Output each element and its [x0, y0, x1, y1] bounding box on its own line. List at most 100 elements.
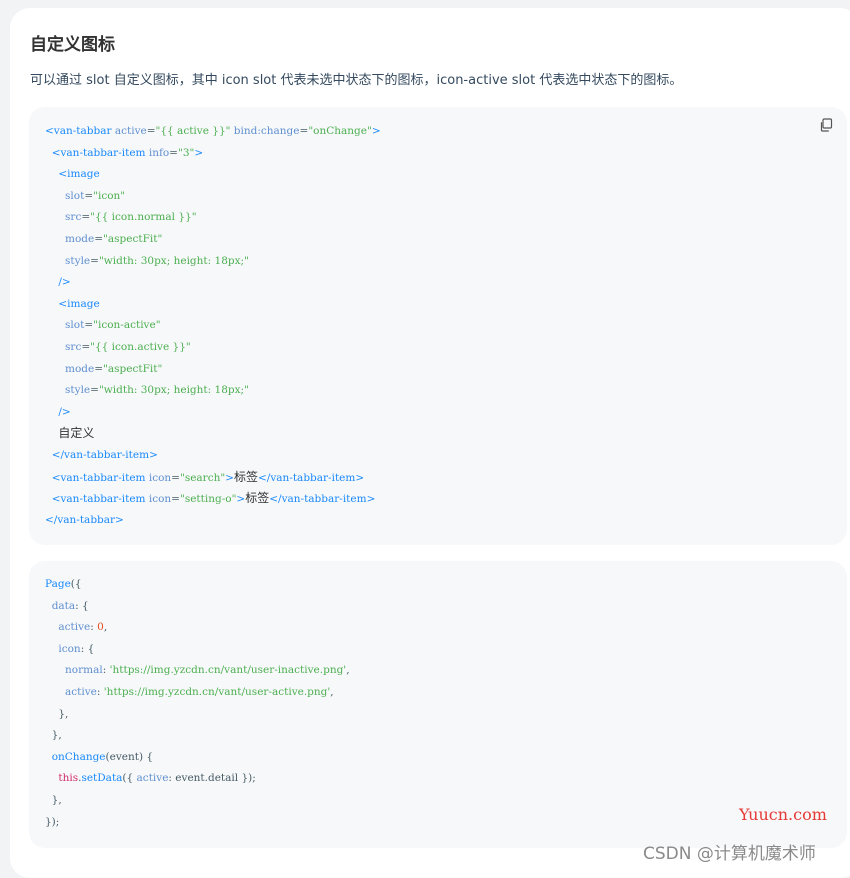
code-token: },	[45, 707, 69, 720]
code-token: icon	[145, 471, 172, 484]
code-token: mode	[65, 232, 95, 245]
code-token: "aspectFit"	[103, 362, 163, 375]
code-line: <van-tabbar-item info="3">	[45, 143, 381, 165]
code-line: slot="icon"	[45, 186, 381, 208]
code-line: <van-tabbar-item icon="setting-o">标签</va…	[45, 488, 381, 510]
code-token: active	[136, 772, 169, 785]
code-line: icon: {	[45, 639, 350, 661]
code-token: : event.detail });	[168, 772, 256, 785]
code-token: this	[58, 772, 79, 785]
code-token: (event) {	[105, 750, 154, 763]
code-token: "onChange"	[308, 125, 372, 137]
code-line: },	[45, 790, 350, 812]
code-token: : {	[80, 642, 95, 655]
code-line: });	[45, 812, 350, 834]
code-token: =	[169, 146, 178, 159]
code-token: =	[84, 319, 94, 332]
copy-icon[interactable]	[819, 117, 835, 133]
code-token: mode	[65, 362, 95, 375]
code-token: >	[225, 471, 234, 484]
code-token: =	[171, 471, 180, 484]
section-title: 自定义图标	[30, 35, 115, 55]
code-line: data: {	[45, 596, 350, 618]
code-token: ,	[103, 621, 108, 634]
code-line: 自定义	[45, 423, 381, 445]
code-token: ,	[346, 664, 350, 677]
code-token: 0	[97, 621, 104, 634]
code-token: "width: 30px; height: 18px;"	[98, 254, 249, 267]
code-token: </van-tabbar>	[45, 513, 124, 526]
code-token: <van-tabbar-item	[51, 146, 146, 159]
code-token: =	[90, 254, 99, 267]
code-token: =	[94, 232, 104, 245]
code-text: Page({ data: { active: 0, icon: { normal…	[45, 574, 350, 833]
content-card: 自定义图标 可以通过 slot 自定义图标，其中 icon slot 代表未选中…	[10, 8, 850, 878]
code-token: "{{ icon.normal }}"	[90, 211, 197, 224]
code-token: icon	[58, 642, 81, 655]
code-token: "search"	[179, 471, 226, 484]
code-token: :	[96, 685, 104, 698]
code-line: },	[45, 704, 350, 726]
watermark-author: CSDN @计算机魔术师	[643, 844, 816, 864]
watermark-site: Yuucn.com	[739, 805, 827, 824]
code-token: active	[111, 125, 147, 137]
code-token: 'https://img.yzcdn.cn/vant/user-active.p…	[103, 685, 331, 698]
code-token: : {	[75, 599, 89, 612]
code-block-wxml: <van-tabbar active="{{ active }}" bind:c…	[29, 107, 847, 545]
code-token: active	[58, 621, 91, 634]
code-token: },	[45, 793, 62, 806]
code-line: onChange(event) {	[45, 747, 350, 769]
code-token: ({	[70, 578, 82, 590]
code-line: mode="aspectFit"	[45, 229, 381, 251]
code-token: 'https://img.yzcdn.cn/vant/user-inactive…	[109, 664, 347, 677]
code-line: <van-tabbar-item icon="search">标签</van-t…	[45, 467, 381, 489]
code-token: =	[171, 493, 180, 506]
code-token: "3"	[177, 146, 195, 159]
code-token: =	[94, 362, 104, 375]
code-line: </van-tabbar>	[45, 510, 381, 532]
code-token: ,	[330, 685, 334, 698]
code-token: <van-tabbar	[45, 125, 112, 137]
code-token: />	[58, 405, 71, 418]
code-line: slot="icon-active"	[45, 315, 381, 337]
code-line: <image	[45, 164, 381, 186]
code-token: =	[84, 189, 94, 202]
code-token: slot	[65, 319, 85, 332]
code-token: <image	[58, 168, 100, 181]
copy-icon-graphic	[820, 118, 833, 132]
code-token: />	[58, 276, 71, 289]
code-token: "aspectFit"	[103, 232, 163, 245]
code-token: },	[45, 729, 62, 742]
code-token: </van-tabbar-item>	[258, 471, 365, 484]
code-line: normal: 'https://img.yzcdn.cn/vant/user-…	[45, 660, 350, 682]
code-token: });	[45, 815, 60, 828]
code-token: =	[146, 125, 156, 137]
code-token: =	[81, 340, 91, 353]
code-token: setData	[81, 772, 123, 785]
code-token: "{{ icon.active }}"	[90, 340, 191, 353]
code-line: style="width: 30px; height: 18px;"	[45, 251, 381, 273]
code-token: <image	[58, 297, 100, 310]
code-token: data	[51, 599, 76, 612]
code-line: src="{{ icon.active }}"	[45, 337, 381, 359]
code-token: active	[65, 685, 97, 698]
code-token: <van-tabbar-item	[51, 493, 146, 506]
code-text: <van-tabbar active="{{ active }}" bind:c…	[45, 121, 381, 531]
section-description: 可以通过 slot 自定义图标，其中 icon slot 代表未选中状态下的图标…	[30, 73, 683, 88]
